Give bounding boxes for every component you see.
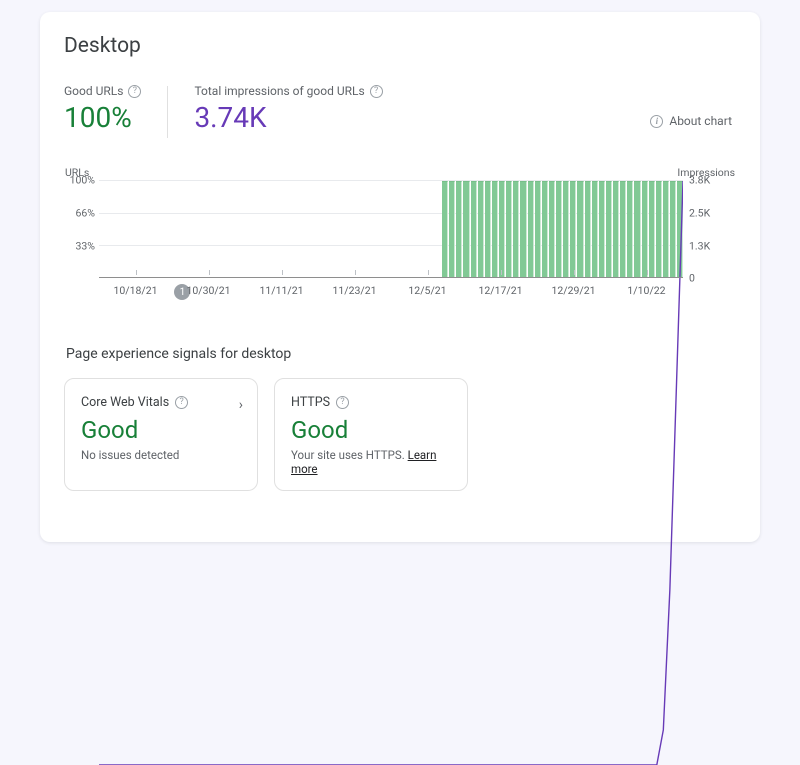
chart-baseline — [99, 277, 683, 278]
https-sub-text: Your site uses HTTPS. — [291, 448, 408, 462]
https-status: Good — [291, 418, 451, 442]
https-title: HTTPS — [291, 395, 330, 410]
x-tick: 11/11/21 — [245, 284, 318, 314]
about-chart-button[interactable]: About chart — [650, 114, 732, 128]
signals-row: Core Web Vitals › Good No issues detecte… — [64, 378, 736, 491]
x-tick: 12/29/21 — [537, 284, 610, 314]
y-tick-right: 2.5K — [689, 207, 735, 220]
stats-row: Good URLs 100% Total impressions of good… — [64, 84, 736, 138]
good-urls-stat: Good URLs 100% — [64, 84, 141, 132]
cwv-status: Good — [81, 418, 241, 442]
https-card: HTTPS Good Your site uses HTTPS. Learn m… — [274, 378, 468, 491]
signals-heading: Page experience signals for desktop — [66, 346, 736, 362]
help-icon[interactable] — [128, 85, 141, 98]
x-tick: 10/18/21 — [99, 284, 172, 314]
good-urls-value: 100% — [64, 104, 141, 132]
info-icon — [650, 115, 663, 128]
help-icon[interactable] — [175, 396, 188, 409]
chart-plot — [99, 180, 683, 278]
cwv-title: Core Web Vitals — [81, 395, 169, 410]
good-urls-label: Good URLs — [64, 84, 123, 98]
good-urls-label-row: Good URLs — [64, 84, 141, 98]
cwv-sub: No issues detected — [81, 448, 241, 462]
chart-bars — [99, 181, 683, 278]
help-icon[interactable] — [370, 85, 383, 98]
desktop-card: Desktop Good URLs 100% Total impressions… — [40, 12, 760, 542]
x-tick: 12/17/21 — [464, 284, 537, 314]
stat-divider — [167, 86, 168, 138]
https-sub: Your site uses HTTPS. Learn more — [291, 448, 451, 476]
y-tick-right: 1.3K — [689, 240, 735, 253]
page-title: Desktop — [64, 34, 736, 58]
chart: URLs Impressions 100% 66% 33% 3.8K 2.5K … — [65, 166, 735, 322]
y-tick-left: 100% — [65, 174, 95, 187]
y-tick-right: 3.8K — [689, 174, 735, 187]
y-tick-left: 33% — [65, 240, 95, 253]
help-icon[interactable] — [336, 396, 349, 409]
impressions-label: Total impressions of good URLs — [194, 84, 364, 98]
x-tick: 11/23/21 — [318, 284, 391, 314]
x-tick: 1/10/22 — [610, 284, 683, 314]
y-tick-left: 66% — [65, 207, 95, 220]
y-tick-right: 0 — [689, 272, 735, 285]
core-web-vitals-card[interactable]: Core Web Vitals › Good No issues detecte… — [64, 378, 258, 491]
x-tick: 12/5/21 — [391, 284, 464, 314]
about-chart-label: About chart — [669, 114, 732, 128]
x-axis: 10/18/2110/30/2111/11/2111/23/2112/5/211… — [99, 284, 683, 314]
impressions-stat: Total impressions of good URLs 3.74K — [194, 84, 382, 132]
chevron-right-icon: › — [239, 397, 243, 413]
impressions-label-row: Total impressions of good URLs — [194, 84, 382, 98]
impressions-value: 3.74K — [194, 104, 382, 132]
x-tick: 10/30/21 — [172, 284, 245, 314]
